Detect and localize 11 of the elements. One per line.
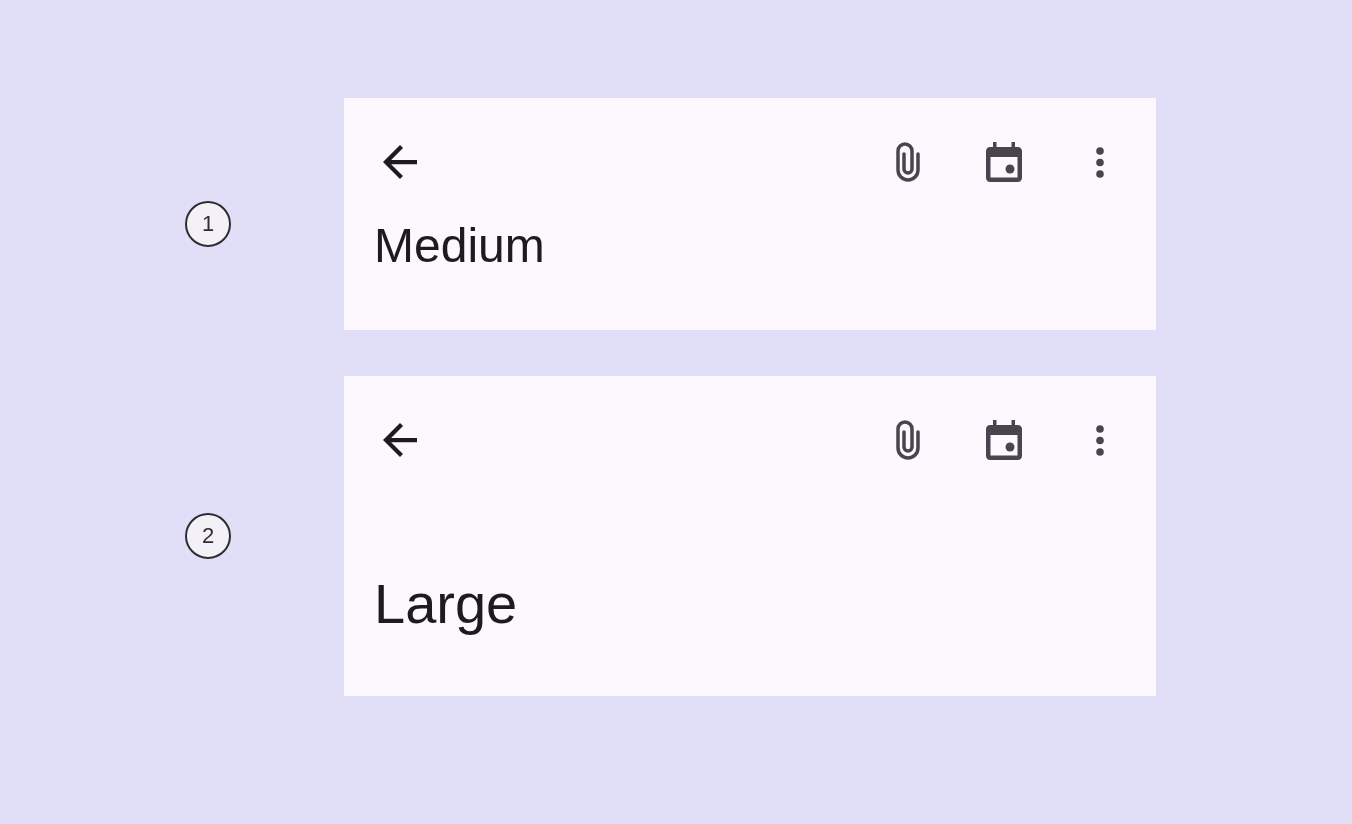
back-arrow-icon xyxy=(383,145,417,179)
paperclip-icon xyxy=(895,420,921,460)
more-vertical-icon xyxy=(1096,424,1104,456)
app-bar-title: Medium xyxy=(373,222,546,270)
calendar-icon xyxy=(986,420,1022,460)
callout-number: 1 xyxy=(185,201,231,247)
paperclip-icon xyxy=(895,142,921,182)
calendar-icon xyxy=(986,142,1022,182)
more-vertical-icon xyxy=(1096,146,1104,178)
callout-number: 2 xyxy=(185,513,231,559)
back-arrow-icon xyxy=(383,423,417,457)
